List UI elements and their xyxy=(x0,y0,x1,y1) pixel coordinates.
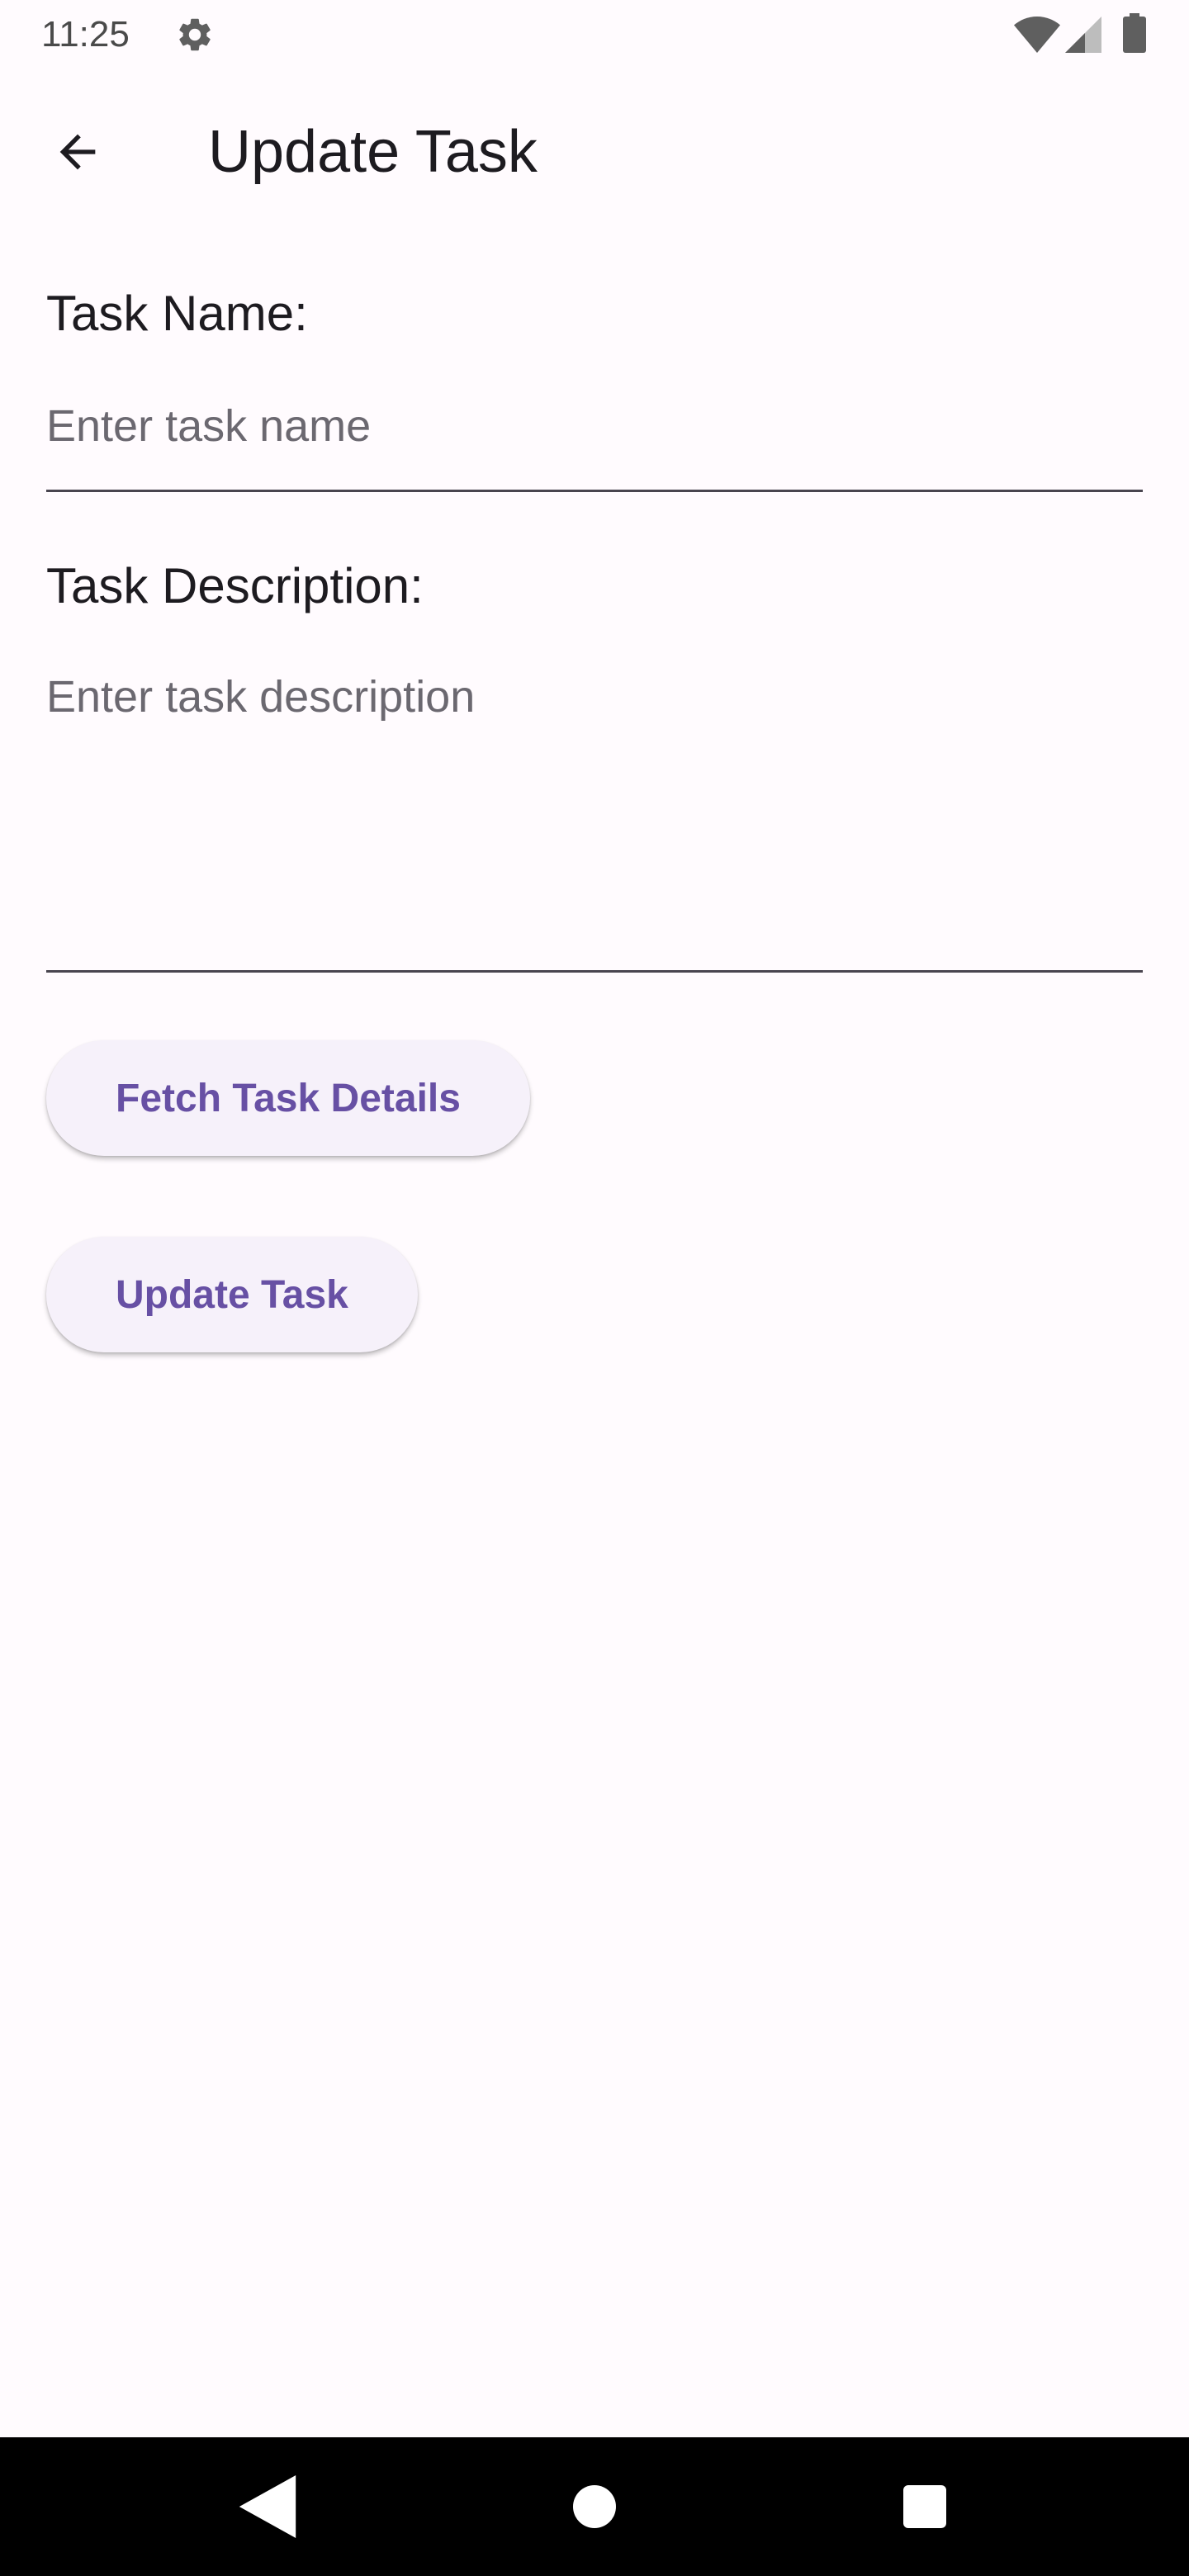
battery-icon xyxy=(1123,13,1146,53)
back-button[interactable] xyxy=(43,117,112,187)
gear-icon xyxy=(179,18,211,51)
task-description-input[interactable] xyxy=(46,664,1143,973)
app-bar: Update Task xyxy=(0,69,1189,231)
nav-back-icon[interactable] xyxy=(238,2475,297,2538)
status-time: 11:25 xyxy=(41,14,130,54)
page-title: Update Task xyxy=(208,119,538,185)
wifi-icon xyxy=(1014,17,1060,53)
nav-recents-icon[interactable] xyxy=(903,2485,946,2528)
arrow-back-icon xyxy=(59,134,96,170)
update-task-button[interactable]: Update Task xyxy=(46,1237,418,1352)
nav-home-icon[interactable] xyxy=(573,2485,616,2528)
fetch-task-details-button[interactable]: Fetch Task Details xyxy=(46,1040,530,1156)
status-bar: 11:25 xyxy=(0,0,1189,69)
task-description-label: Task Description: xyxy=(46,558,424,613)
task-name-label: Task Name: xyxy=(46,286,308,341)
system-nav-bar xyxy=(0,2437,1189,2576)
task-name-input[interactable] xyxy=(46,388,1143,492)
cell-signal-icon xyxy=(1065,17,1101,53)
